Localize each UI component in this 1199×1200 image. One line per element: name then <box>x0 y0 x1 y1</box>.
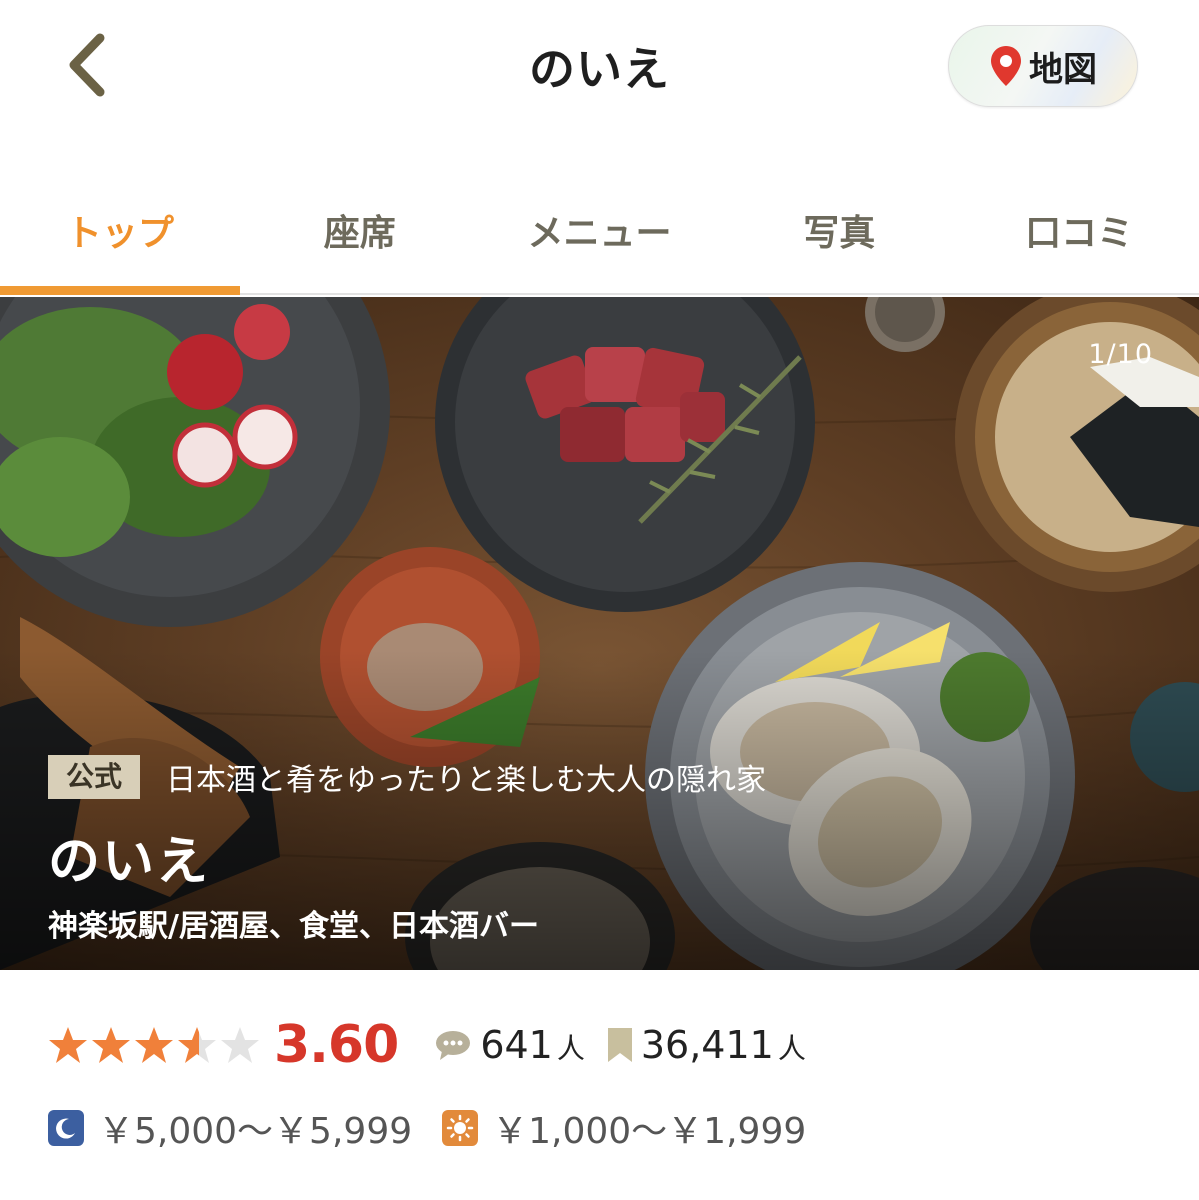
star-empty-icon <box>221 1027 259 1063</box>
map-button[interactable]: 地図 <box>948 25 1138 107</box>
star-rating <box>48 1025 260 1065</box>
restaurant-name: のいえ <box>48 832 211 892</box>
dinner-price: ￥5,000～￥5,999 <box>98 1111 413 1152</box>
tab-menu[interactable]: メニュー <box>480 180 720 293</box>
map-button-label: 地図 <box>1029 49 1097 90</box>
sun-icon <box>442 1110 479 1146</box>
star-icon <box>135 1027 173 1063</box>
official-badge: 公式 <box>48 755 141 799</box>
tab-reviews[interactable]: 口コミ <box>959 180 1199 293</box>
comment-bubble-icon <box>436 1031 471 1060</box>
reviews-number: 641 <box>480 1023 553 1067</box>
saves-unit: 人 <box>777 1032 806 1065</box>
moon-icon <box>48 1110 84 1146</box>
saves-count[interactable]: 36,411 人 <box>607 1023 806 1067</box>
header: のいえ 地図 <box>0 0 1199 135</box>
restaurant-tagline: 日本酒と肴をゆったりと楽しむ大人の隠れ家 <box>166 763 767 798</box>
station-genre: 神楽坂駅/居酒屋、食堂、日本酒バー <box>48 909 539 944</box>
star-icon <box>92 1027 130 1063</box>
hero-photo-carousel[interactable]: 1/10 公式 日本酒と肴をゆったりと楽しむ大人の隠れ家 のいえ 神楽坂駅/居酒… <box>0 297 1199 970</box>
tab-seats[interactable]: 座席 <box>240 180 480 293</box>
official-tagline-row: 公式 日本酒と肴をゆったりと楽しむ大人の隠れ家 <box>48 755 766 799</box>
reviews-unit: 人 <box>556 1032 585 1065</box>
rating-row: 3.60 641 人 36,411 人 <box>48 1010 828 1080</box>
saves-number: 36,411 <box>640 1023 774 1067</box>
reviews-count[interactable]: 641 人 <box>434 1023 585 1067</box>
star-icon <box>49 1027 87 1063</box>
tab-top[interactable]: トップ <box>0 180 240 295</box>
photo-counter: 1/10 <box>1088 339 1153 370</box>
lunch-price: ￥1,000～￥1,999 <box>492 1111 807 1152</box>
map-pin-icon <box>991 46 1021 86</box>
tab-bar: トップ 座席 メニュー 写真 口コミ <box>0 180 1199 295</box>
budget-row: ￥5,000～￥5,999 ￥1,000～￥1,999 <box>48 1100 836 1156</box>
star-half-icon <box>178 1027 216 1063</box>
tab-photos[interactable]: 写真 <box>719 180 959 293</box>
rating-score: 3.60 <box>274 1015 399 1075</box>
bookmark-icon <box>607 1028 632 1062</box>
